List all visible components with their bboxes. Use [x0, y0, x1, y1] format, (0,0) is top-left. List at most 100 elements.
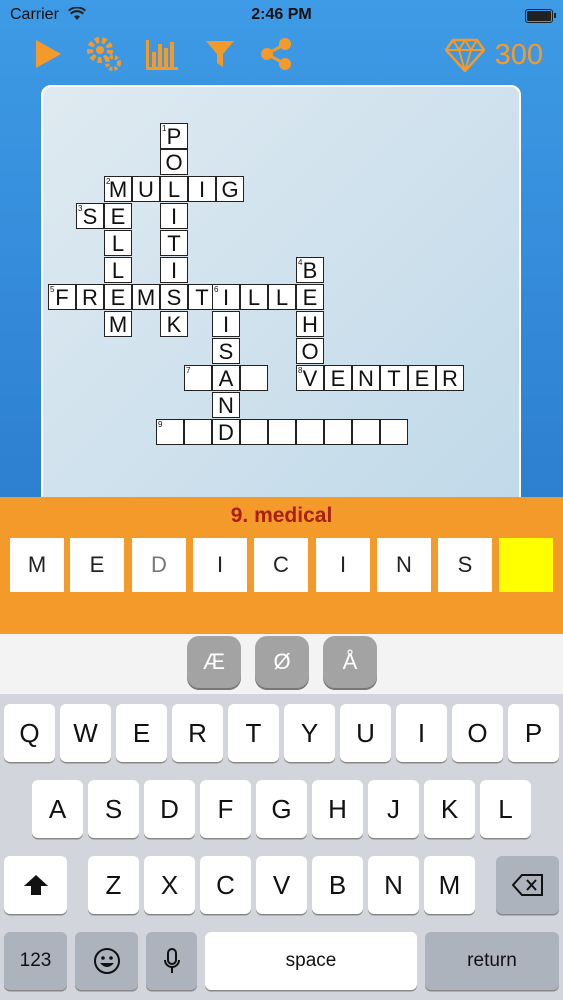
key[interactable]: V	[256, 856, 307, 914]
crossword-cell[interactable]: A	[212, 365, 240, 391]
answer-letter[interactable]: D	[132, 538, 186, 592]
answer-letter[interactable]: N	[377, 538, 431, 592]
key[interactable]: U	[340, 704, 391, 762]
answer-letter[interactable]: C	[254, 538, 308, 592]
answer-letter-cursor[interactable]	[499, 538, 553, 592]
crossword-cell[interactable]: T	[160, 230, 188, 256]
answer-letter[interactable]: E	[70, 538, 124, 592]
key[interactable]: Q	[4, 704, 55, 762]
crossword-cell[interactable]: E	[104, 284, 132, 310]
crossword-cell[interactable]: D	[212, 419, 240, 445]
key[interactable]: K	[424, 780, 475, 838]
crossword-cell[interactable]: N	[212, 392, 240, 418]
crossword-cell[interactable]: 8V	[296, 365, 324, 391]
crossword-cell[interactable]: 3S	[76, 203, 104, 229]
crossword-cell[interactable]: R	[76, 284, 104, 310]
crossword-cell[interactable]: L	[268, 284, 296, 310]
key[interactable]: L	[480, 780, 531, 838]
crossword-cell[interactable]: M	[132, 284, 160, 310]
settings-gears-icon[interactable]	[86, 36, 122, 72]
crossword-cell[interactable]: E	[104, 203, 132, 229]
key[interactable]: I	[396, 704, 447, 762]
play-icon[interactable]	[30, 36, 66, 72]
answer-letter[interactable]: S	[438, 538, 492, 592]
key[interactable]: B	[312, 856, 363, 914]
crossword-cell[interactable]: I	[160, 203, 188, 229]
gem-counter[interactable]: 300	[444, 38, 543, 72]
key[interactable]: Z	[88, 856, 139, 914]
crossword-cell[interactable]: S	[160, 284, 188, 310]
crossword-cell[interactable]: I	[212, 311, 240, 337]
key-o-slash[interactable]: Ø	[255, 636, 309, 688]
crossword-cell[interactable]: 1P	[160, 123, 188, 149]
numbers-key[interactable]: 123	[4, 932, 67, 990]
key[interactable]: E	[116, 704, 167, 762]
key-a-ring[interactable]: Å	[323, 636, 377, 688]
crossword-cell[interactable]: 6I	[212, 284, 240, 310]
crossword-cell[interactable]	[324, 419, 352, 445]
emoji-key[interactable]	[75, 932, 138, 990]
key[interactable]: S	[88, 780, 139, 838]
key[interactable]: J	[368, 780, 419, 838]
crossword-cell[interactable]	[184, 419, 212, 445]
crossword-cell[interactable]: L	[160, 176, 188, 202]
key[interactable]: C	[200, 856, 251, 914]
crossword-cell[interactable]: 2M	[104, 176, 132, 202]
key[interactable]: T	[228, 704, 279, 762]
crossword-cell[interactable]: I	[160, 257, 188, 283]
crossword-cell[interactable]: O	[296, 338, 324, 364]
key[interactable]: A	[32, 780, 83, 838]
key[interactable]: Y	[284, 704, 335, 762]
crossword-cell[interactable]: I	[188, 176, 216, 202]
key[interactable]: R	[172, 704, 223, 762]
crossword-cell[interactable]: H	[296, 311, 324, 337]
crossword-cell[interactable]	[352, 419, 380, 445]
key[interactable]: F	[200, 780, 251, 838]
crossword-cell[interactable]: L	[104, 230, 132, 256]
crossword-cell[interactable]: E	[408, 365, 436, 391]
answer-letter[interactable]: I	[316, 538, 370, 592]
crossword-cell[interactable]: U	[132, 176, 160, 202]
crossword-cell[interactable]: S	[212, 338, 240, 364]
key[interactable]: M	[424, 856, 475, 914]
crossword-cell[interactable]: N	[352, 365, 380, 391]
key[interactable]: W	[60, 704, 111, 762]
crossword-cell[interactable]	[240, 419, 268, 445]
share-icon[interactable]	[258, 36, 294, 72]
crossword-cell[interactable]: 5F	[48, 284, 76, 310]
key[interactable]: H	[312, 780, 363, 838]
key[interactable]: O	[452, 704, 503, 762]
stats-chart-icon[interactable]	[144, 36, 180, 72]
crossword-cell[interactable]	[240, 365, 268, 391]
crossword-cell[interactable]: R	[436, 365, 464, 391]
crossword-cell[interactable]: E	[296, 284, 324, 310]
key-ae[interactable]: Æ	[187, 636, 241, 688]
crossword-cell[interactable]: L	[104, 257, 132, 283]
crossword-cell[interactable]: O	[160, 149, 188, 175]
key[interactable]: N	[368, 856, 419, 914]
crossword-cell[interactable]: 4B	[296, 257, 324, 283]
space-key[interactable]: space	[205, 932, 417, 990]
key[interactable]: X	[144, 856, 195, 914]
backspace-key[interactable]	[496, 856, 559, 914]
return-key[interactable]: return	[425, 932, 559, 990]
answer-letter[interactable]: I	[193, 538, 247, 592]
crossword-cell[interactable]: G	[216, 176, 244, 202]
crossword-cell[interactable]	[380, 419, 408, 445]
crossword-cell[interactable]: 9	[156, 419, 184, 445]
key[interactable]: G	[256, 780, 307, 838]
key[interactable]: P	[508, 704, 559, 762]
crossword-cell[interactable]: E	[324, 365, 352, 391]
filter-icon[interactable]	[202, 36, 238, 72]
crossword-cell[interactable]: M	[104, 311, 132, 337]
microphone-key[interactable]	[146, 932, 197, 990]
crossword-cell[interactable]: 7	[184, 365, 212, 391]
key[interactable]: D	[144, 780, 195, 838]
crossword-cell[interactable]: K	[160, 311, 188, 337]
crossword-cell[interactable]: L	[240, 284, 268, 310]
answer-letter[interactable]: M	[10, 538, 64, 592]
crossword-cell[interactable]	[296, 419, 324, 445]
shift-key[interactable]	[4, 856, 67, 914]
crossword-cell[interactable]: T	[380, 365, 408, 391]
crossword-cell[interactable]	[268, 419, 296, 445]
